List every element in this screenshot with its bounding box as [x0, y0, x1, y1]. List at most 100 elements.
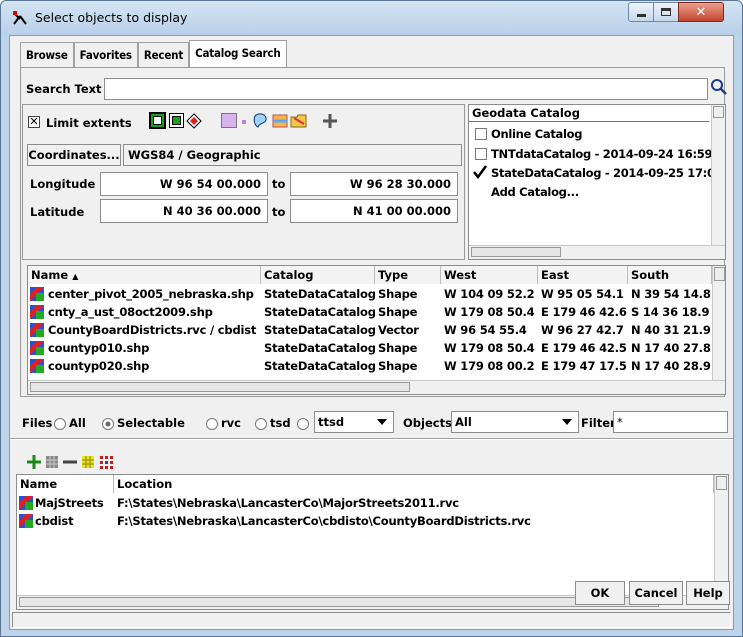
status-bar: [12, 612, 731, 628]
column-header-catalog[interactable]: Catalog: [261, 266, 375, 284]
coordinate-system-field[interactable]: WGS84 / Geographic: [123, 144, 462, 166]
column-header-type[interactable]: Type: [375, 266, 441, 284]
extent-layer-icon[interactable]: [271, 112, 289, 130]
catalog-checkbox-online[interactable]: [475, 128, 487, 140]
vector-file-icon: [19, 514, 33, 528]
shape-file-icon: [30, 359, 44, 373]
extent-diamond-icon[interactable]: [186, 113, 202, 129]
maximize-button[interactable]: [653, 2, 679, 22]
radio-all[interactable]: All: [54, 416, 86, 430]
to-label-latitude: to: [272, 205, 286, 219]
table-row[interactable]: cnty_a_ust_08oct2009.shp StateDataCatalo…: [28, 304, 712, 321]
table-row[interactable]: countyp020.shp StateDataCatalog Shape W …: [28, 358, 712, 375]
column-header-location[interactable]: Location: [114, 475, 714, 493]
list-item[interactable]: cbdist F:\States\Nebraska\LancasterCo\cb…: [17, 513, 714, 530]
remove-layer-icon[interactable]: [62, 454, 78, 470]
highlight-layer-icon[interactable]: [80, 454, 96, 470]
title-bar: Select objects to display ✕: [1, 1, 742, 35]
add-catalog-link[interactable]: Add Catalog...: [491, 185, 579, 199]
list-item[interactable]: MajStreets F:\States\Nebraska\LancasterC…: [17, 495, 714, 512]
radio-rvc[interactable]: rvc: [206, 416, 241, 430]
radio-all-button[interactable]: [54, 417, 66, 430]
limit-extents-label: Limit extents: [46, 116, 132, 130]
tab-bar: Browse Favorites Recent Catalog Search: [20, 40, 287, 67]
sort-ascending-icon: ▲: [72, 272, 79, 281]
extent-inner-icon[interactable]: [169, 113, 184, 128]
add-icon[interactable]: [321, 112, 339, 130]
catalog-item-tntdata[interactable]: TNTdataCatalog - 2014-09-24 16:59:: [491, 147, 717, 161]
latitude-from-input[interactable]: N 40 36 00.000: [100, 199, 268, 223]
radio-ttsd[interactable]: [297, 416, 312, 430]
longitude-from-input[interactable]: W 96 54 00.000: [100, 172, 268, 196]
radio-tsd[interactable]: tsd: [255, 416, 291, 430]
radio-selectable[interactable]: Selectable: [102, 416, 185, 430]
catalog-vertical-scrollbar[interactable]: [711, 105, 725, 245]
ok-button[interactable]: OK: [575, 581, 625, 605]
column-header-name[interactable]: Name ▲: [28, 266, 261, 284]
minimize-button[interactable]: [628, 2, 654, 22]
coordinates-button[interactable]: Coordinates...: [27, 144, 121, 166]
extent-shape-icon[interactable]: [252, 112, 270, 130]
column-header-south[interactable]: South: [628, 266, 712, 284]
chevron-down-icon: [377, 419, 387, 425]
results-vertical-scrollbar[interactable]: [712, 266, 725, 380]
dialog-window: Select objects to display ✕ Browse Favor…: [0, 0, 743, 637]
catalog-checkbox-tntdata[interactable]: [475, 148, 487, 160]
extent-point-icon[interactable]: [242, 120, 246, 124]
selected-vertical-scrollbar[interactable]: [714, 475, 728, 595]
radio-ttsd-button[interactable]: [297, 417, 309, 430]
tab-catalog-search[interactable]: Catalog Search: [189, 40, 287, 67]
filter-label: Filter: [581, 416, 616, 430]
radio-tsd-button[interactable]: [255, 417, 267, 430]
shape-file-icon: [30, 341, 44, 355]
tab-recent[interactable]: Recent: [137, 42, 190, 67]
column-header-name[interactable]: Name: [17, 475, 114, 493]
results-table: Name ▲ Catalog Type West East South cent…: [27, 265, 726, 395]
open-folder-icon[interactable]: [290, 112, 308, 130]
objects-dropdown[interactable]: All: [451, 411, 579, 433]
dialog-body: Browse Favorites Recent Catalog Search S…: [9, 35, 734, 630]
help-button[interactable]: Help: [686, 581, 730, 605]
dotted-grid-icon[interactable]: [98, 454, 114, 470]
search-icon[interactable]: [710, 78, 728, 96]
search-input[interactable]: [104, 78, 708, 100]
catalog-item-statedata[interactable]: StateDataCatalog - 2014-09-25 17:0: [491, 166, 715, 180]
tab-browse[interactable]: Browse: [20, 42, 74, 67]
shape-file-icon: [30, 287, 44, 301]
results-horizontal-scrollbar[interactable]: [28, 380, 725, 394]
longitude-label: Longitude: [30, 177, 96, 191]
extent-select-box-icon[interactable]: [221, 113, 237, 128]
files-label: Files: [22, 416, 53, 430]
search-text-label: Search Text: [26, 82, 102, 96]
table-row[interactable]: CountyBoardDistricts.rvc / cbdist StateD…: [28, 322, 712, 339]
table-row[interactable]: center_pivot_2005_nebraska.shp StateData…: [28, 286, 712, 303]
cancel-button[interactable]: Cancel: [629, 581, 683, 605]
longitude-to-input[interactable]: W 96 28 30.000: [290, 172, 458, 196]
limit-extents-checkbox[interactable]: ✕: [28, 116, 40, 128]
catalog-item-online[interactable]: Online Catalog: [491, 127, 582, 141]
column-header-east[interactable]: East: [538, 266, 628, 284]
tab-favorites[interactable]: Favorites: [73, 42, 138, 67]
chevron-down-icon: [562, 419, 572, 425]
catalog-horizontal-scrollbar[interactable]: [469, 245, 725, 259]
to-label-longitude: to: [272, 177, 286, 191]
add-layer-icon[interactable]: [26, 454, 42, 470]
filter-input[interactable]: *: [613, 411, 728, 433]
grid-layer-icon[interactable]: [44, 454, 60, 470]
vector-file-icon: [19, 496, 33, 510]
geodata-catalog-list: Geodata Catalog Online Catalog TNTdataCa…: [468, 104, 726, 260]
radio-selectable-button[interactable]: [102, 417, 114, 430]
geodata-catalog-header: Geodata Catalog: [469, 105, 709, 122]
separator: [10, 438, 733, 440]
close-button[interactable]: ✕: [678, 2, 724, 22]
radio-rvc-button[interactable]: [206, 417, 218, 430]
checkmark-icon[interactable]: [473, 165, 487, 179]
table-row[interactable]: countyp010.shp StateDataCatalog Shape W …: [28, 340, 712, 357]
latitude-to-input[interactable]: N 41 00 00.000: [290, 199, 458, 223]
objects-label: Objects: [403, 416, 452, 430]
shape-file-icon: [30, 305, 44, 319]
column-header-west[interactable]: West: [441, 266, 538, 284]
extent-full-icon[interactable]: [149, 112, 166, 129]
app-icon: [13, 11, 27, 25]
ttsd-dropdown[interactable]: ttsd: [314, 411, 394, 433]
